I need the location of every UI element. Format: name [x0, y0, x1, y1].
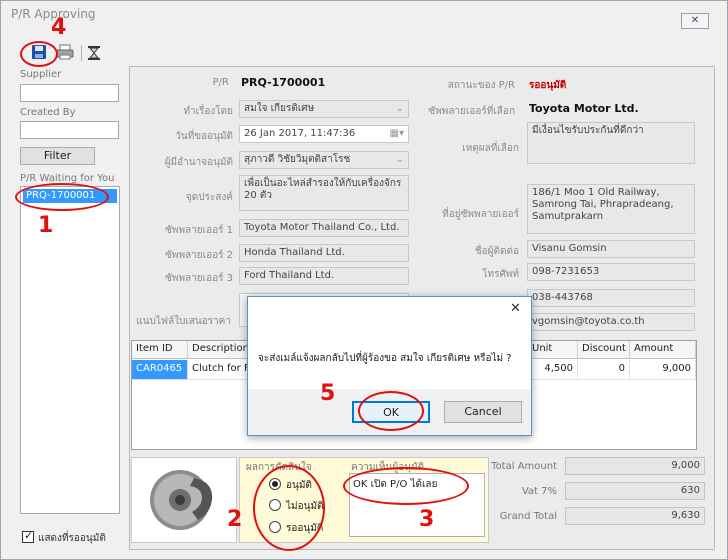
column-header-amount[interactable]: Amount	[630, 341, 696, 359]
attach-label: แนบไฟล์ใบเสนอราคา	[136, 316, 231, 327]
dialog-message: จะส่งเมล์แจ้งผลกลับไปที่ผู้ร้องขอ สมใจ เ…	[258, 353, 512, 364]
print-icon[interactable]	[56, 44, 74, 62]
annotation-number-3: 3	[419, 507, 435, 532]
show-approved-checkbox[interactable]: ✓	[22, 529, 34, 543]
waiting-listbox[interactable]: PRQ-1700001	[20, 186, 120, 514]
annotation-circle-list-item	[15, 183, 109, 211]
supplier2-label: ซัพพลายเออร์ 2	[165, 250, 233, 261]
pr-value: PRQ-1700001	[241, 76, 326, 89]
cell-unit[interactable]: 4,500	[528, 360, 578, 380]
contact-label: ชื่อผู้ติดต่อ	[474, 246, 519, 257]
annotation-circle-radios	[253, 465, 325, 551]
supplier3-label: ซัพพลายเออร์ 3	[165, 273, 233, 284]
purpose-label: จุดประสงค์	[185, 192, 233, 203]
approve-date-value: 26 Jan 2017, 11:47:36	[244, 128, 356, 139]
requester-field[interactable]: สมใจ เกียรติเศษ ⌄	[239, 100, 409, 118]
title-bar: P/R Approving	[1, 1, 727, 27]
requester-label: ทำเรื่องโดย	[183, 106, 233, 117]
cancel-button[interactable]: Cancel	[444, 401, 522, 423]
cell-amount[interactable]: 9,000	[630, 360, 696, 380]
phone-field[interactable]: 098-7231653	[527, 263, 695, 281]
vat-value: 630	[565, 482, 705, 500]
requester-value: สมใจ เกียรติเศษ	[244, 103, 315, 114]
product-image	[131, 457, 237, 543]
approver-label: ผู้มีอำนาจอนุมัติ	[164, 157, 233, 168]
supplier-label: Supplier	[20, 69, 62, 80]
status-value: รออนุมัติ	[529, 80, 567, 91]
toolbar-separator	[81, 45, 82, 61]
show-approved-label: แสดงที่รออนุมัติ	[38, 533, 106, 544]
reason-field[interactable]: มีเงื่อนไขรับประกันที่ดีกว่า	[527, 122, 695, 164]
purpose-field[interactable]: เพื่อเป็นอะไหล่สำรองให้กับเครื่องจักร 20…	[239, 175, 409, 211]
column-header-unit[interactable]: Unit	[528, 341, 578, 359]
chosen-supplier-label: ซัพพลายเออร์ที่เลือก	[428, 106, 515, 117]
annotation-number-2: 2	[227, 507, 243, 532]
annotation-number-5: 5	[320, 381, 336, 406]
phone-label: โทรศัพท์	[482, 269, 519, 280]
column-header-item-id[interactable]: Item ID	[132, 341, 188, 359]
cell-discount[interactable]: 0	[578, 360, 630, 380]
fax-field[interactable]: 038-443768	[527, 289, 695, 307]
annotation-number-1: 1	[38, 213, 54, 238]
vat-label: Vat 7%	[521, 486, 557, 497]
approver-value: สุภาวดี วิชัยวิมุตติสาโรช	[244, 154, 351, 165]
created-by-input[interactable]	[20, 121, 119, 139]
reason-label: เหตุผลที่เลือก	[462, 143, 519, 154]
created-by-label: Created By	[20, 107, 76, 118]
supplier2-field[interactable]: Honda Thailand Ltd.	[239, 244, 409, 262]
address-field[interactable]: 186/1 Moo 1 Old Railway, Samrong Tai, Ph…	[527, 184, 695, 234]
approver-field[interactable]: สุภาวดี วิชัยวิมุตติสาโรช ⌄	[239, 151, 409, 169]
supplier-input[interactable]	[20, 84, 119, 102]
annotation-circle-ok	[358, 391, 424, 431]
column-header-discount[interactable]: Discount	[578, 341, 630, 359]
grand-total-value: 9,630	[565, 507, 705, 525]
email-field[interactable]: vgomsin@toyota.co.th	[527, 313, 695, 331]
supplier3-field[interactable]: Ford Thailand Ltd.	[239, 267, 409, 285]
cell-item-id[interactable]: CAR0465	[132, 360, 188, 380]
supplier1-label: ซัพพลายเออร์ 1	[165, 225, 233, 236]
chevron-down-icon: ⌄	[395, 154, 404, 165]
grand-total-label: Grand Total	[499, 511, 557, 522]
annotation-circle-save	[20, 41, 58, 67]
pr-label: P/R	[212, 77, 229, 88]
chevron-down-icon: ⌄	[395, 103, 404, 114]
supplier1-field[interactable]: Toyota Motor Thailand Co., Ltd.	[239, 219, 409, 237]
approve-date-label: วันที่ขออนุมัติ	[175, 131, 233, 142]
status-label: สถานะของ P/R	[447, 80, 515, 91]
filter-button[interactable]: Filter	[20, 147, 95, 165]
hourglass-icon[interactable]	[87, 45, 105, 63]
window-close-button[interactable]: ✕	[681, 13, 709, 29]
approve-date-field[interactable]: 26 Jan 2017, 11:47:36 ▦▾	[239, 125, 409, 143]
annotation-circle-comment	[343, 467, 469, 505]
total-value: 9,000	[565, 457, 705, 475]
app-window: P/R Approving ✕ Supplier Created By Filt…	[0, 0, 728, 560]
address-label: ที่อยู่ซัพพลายเออร์	[442, 209, 519, 220]
annotation-number-4: 4	[51, 15, 67, 40]
total-label: Total Amount	[491, 461, 557, 472]
chosen-supplier-value: Toyota Motor Ltd.	[529, 102, 639, 115]
contact-field[interactable]: Visanu Gomsin	[527, 240, 695, 258]
dialog-close-icon[interactable]: ✕	[510, 301, 521, 316]
calendar-icon: ▦▾	[389, 128, 404, 139]
